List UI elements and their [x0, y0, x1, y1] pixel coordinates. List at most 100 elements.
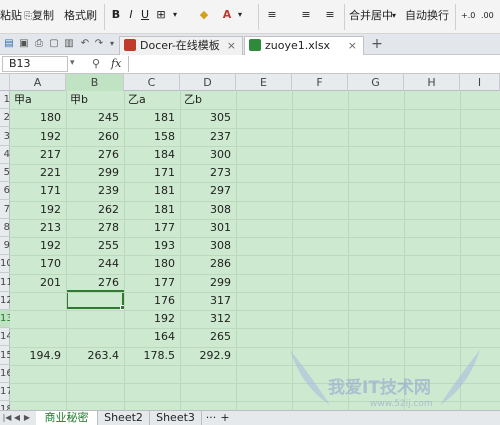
row-header-12[interactable]: 12 [0, 292, 10, 310]
font-color-dropdown-icon[interactable]: ▾ [232, 7, 248, 23]
merge-dropdown-icon[interactable]: ▾ [392, 6, 396, 26]
name-box[interactable]: B13 [2, 56, 68, 72]
column-header-g[interactable]: G [348, 74, 404, 91]
copy-button[interactable]: ⎘复制 [24, 6, 54, 26]
column-header-f[interactable]: F [292, 74, 348, 91]
data-cell[interactable]: 299 [181, 274, 231, 292]
redo-icon[interactable]: ↷ [92, 37, 106, 51]
next-sheet-icon[interactable]: ▶ [22, 412, 32, 424]
merge-center-button[interactable]: 合并居中 [349, 6, 393, 26]
average-cell[interactable]: 292.9 [181, 347, 232, 365]
data-cell[interactable]: 177 [125, 274, 175, 292]
data-cell[interactable]: 255 [67, 237, 119, 255]
data-cell[interactable]: 176 [125, 292, 175, 310]
column-header-h[interactable]: H [404, 74, 460, 91]
data-cell[interactable]: 192 [11, 237, 61, 255]
row-header-16[interactable]: 16 [0, 365, 10, 383]
data-cell[interactable]: 181 [125, 109, 175, 127]
data-cell[interactable]: 192 [11, 201, 61, 219]
data-cell[interactable]: 201 [11, 274, 61, 292]
data-cell[interactable]: 273 [181, 164, 231, 182]
data-cell[interactable]: 312 [181, 310, 231, 328]
column-header-d[interactable]: D [180, 74, 236, 91]
align-right-icon[interactable]: ≡ [322, 7, 338, 23]
decrease-decimal-button[interactable]: .00 [481, 6, 494, 26]
print-preview-icon[interactable]: ▢ [47, 37, 61, 51]
print-icon[interactable]: ⎙ [32, 37, 46, 51]
data-cell[interactable]: 237 [181, 128, 231, 146]
average-cell[interactable]: 194.9 [11, 347, 62, 365]
row-header-9[interactable]: 9 [0, 237, 10, 255]
data-cell[interactable]: 171 [125, 164, 175, 182]
close-icon[interactable]: × [348, 37, 357, 54]
data-cell[interactable]: 260 [67, 128, 119, 146]
selected-cell[interactable] [66, 290, 124, 309]
data-cell[interactable]: 180 [11, 109, 61, 127]
row-header-2[interactable]: 2 [0, 109, 10, 128]
data-cell[interactable]: 192 [11, 128, 61, 146]
data-cell[interactable]: 213 [11, 219, 61, 237]
row-header-14[interactable]: 14 [0, 328, 10, 347]
data-cell[interactable]: 170 [11, 255, 61, 273]
data-cell[interactable]: 300 [181, 146, 231, 164]
row-header-4[interactable]: 4 [0, 146, 10, 164]
underline-button[interactable]: U [137, 7, 153, 23]
border-dropdown-icon[interactable]: ▾ [167, 7, 183, 23]
row-header-3[interactable]: 3 [0, 128, 10, 146]
column-header-e[interactable]: E [236, 74, 292, 91]
name-box-dropdown-icon[interactable]: ▾ [70, 58, 75, 68]
data-cell[interactable]: 262 [67, 201, 119, 219]
tab-docer[interactable]: Docer-在线模板 × [119, 36, 243, 55]
prev-sheet-icon[interactable]: ◀ [12, 412, 22, 424]
data-cell[interactable]: 244 [67, 255, 119, 273]
row-header-13[interactable]: 13 [0, 310, 10, 328]
data-cell[interactable]: 297 [181, 182, 231, 200]
paste-button[interactable]: 粘贴 [0, 6, 22, 26]
sheet-tab-3[interactable]: Sheet3 [150, 411, 202, 425]
tab-zuoye1[interactable]: zuoye1.xlsx × [244, 36, 364, 55]
more-sheets-icon[interactable]: ··· [204, 411, 218, 425]
close-icon[interactable]: × [227, 37, 236, 54]
row-header-5[interactable]: 5 [0, 164, 10, 182]
header-cell[interactable]: 甲a [11, 91, 61, 109]
row-header-6[interactable]: 6 [0, 182, 10, 201]
select-all-corner[interactable] [0, 74, 10, 91]
data-cell[interactable]: 181 [125, 201, 175, 219]
average-cell[interactable]: 178.5 [125, 347, 176, 365]
export-icon[interactable]: ▥ [62, 37, 76, 51]
data-cell[interactable]: 193 [125, 237, 175, 255]
row-header-1[interactable]: 1 [0, 91, 10, 109]
data-cell[interactable]: 184 [125, 146, 175, 164]
column-header-i[interactable]: I [460, 74, 500, 91]
data-cell[interactable]: 180 [125, 255, 175, 273]
data-cell[interactable]: 286 [181, 255, 231, 273]
new-tab-icon[interactable]: + [370, 37, 384, 51]
zoom-icon[interactable]: ⚲ [92, 57, 100, 70]
bold-button[interactable]: B [108, 7, 124, 23]
data-cell[interactable]: 192 [125, 310, 175, 328]
add-sheet-icon[interactable]: + [218, 411, 232, 425]
formula-input[interactable] [128, 56, 498, 72]
sheet-tab-2[interactable]: Sheet2 [98, 411, 150, 425]
undo-icon[interactable]: ↶ [78, 37, 92, 51]
column-header-b[interactable]: B [66, 74, 124, 91]
data-cell[interactable]: 164 [125, 328, 175, 346]
header-cell[interactable]: 甲b [67, 91, 119, 109]
data-cell[interactable]: 158 [125, 128, 175, 146]
data-cell[interactable]: 265 [181, 328, 231, 346]
format-painter-button[interactable]: 格式刷 [64, 6, 97, 26]
column-header-a[interactable]: A [10, 74, 66, 91]
data-cell[interactable]: 317 [181, 292, 231, 310]
first-sheet-icon[interactable]: |◀ [2, 412, 12, 424]
data-cell[interactable]: 217 [11, 146, 61, 164]
data-cell[interactable]: 305 [181, 109, 231, 127]
row-header-18[interactable]: 18 [0, 401, 10, 410]
row-header-8[interactable]: 8 [0, 219, 10, 237]
fx-icon[interactable]: fx [111, 57, 121, 70]
data-cell[interactable]: 171 [11, 182, 61, 200]
row-header-11[interactable]: 11 [0, 274, 10, 292]
wrap-text-button[interactable]: 自动换行 [405, 6, 449, 26]
data-cell[interactable]: 177 [125, 219, 175, 237]
align-center-icon[interactable]: ≡ [298, 7, 314, 23]
header-cell[interactable]: 乙a [125, 91, 175, 109]
